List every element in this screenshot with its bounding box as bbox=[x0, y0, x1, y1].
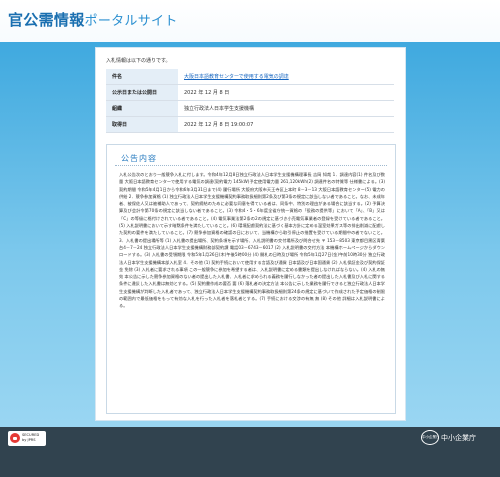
secured-badge-text: SECURED by JPRS bbox=[22, 433, 39, 442]
subject-link[interactable]: 大阪日本語教育センターで使用する電気の調達 bbox=[178, 69, 394, 85]
site-title[interactable]: 官公需情報ポータルサイト bbox=[8, 11, 178, 31]
secured-line2: by JPRS bbox=[22, 437, 36, 442]
info-key: 取得日 bbox=[106, 116, 178, 133]
sme-agency-name: 中小企業庁 bbox=[441, 434, 476, 442]
info-value: 2022 年 12 月 8 日 bbox=[178, 84, 394, 101]
sme-emblem-icon: 中小企業庁 bbox=[421, 430, 439, 445]
secured-line1: SECURED bbox=[22, 433, 40, 437]
info-key: 件名 bbox=[106, 69, 178, 85]
info-value: 独立行政法人日本学生支援機構 bbox=[178, 100, 394, 117]
info-row-subject: 件名 大阪日本語教育センターで使用する電気の調達 bbox=[106, 69, 394, 85]
notice-panel: 入札情報は以下の通りです。 件名 大阪日本語教育センターで使用する電気の調達 公… bbox=[95, 47, 406, 421]
site-title-light: ポータルサイト bbox=[84, 14, 178, 29]
info-key: 組織 bbox=[106, 100, 178, 117]
info-table: 件名 大阪日本語教育センターで使用する電気の調達 公示日または公開日 2022 … bbox=[106, 69, 394, 133]
notice-section-title: 公告内容 bbox=[121, 154, 157, 163]
site-title-strong: 官公需情報 bbox=[8, 11, 85, 29]
notice-body-text: 入札公告次のとおり一般競争入札に付します。令和4年12月8日独立行政法人日本学生… bbox=[119, 172, 385, 309]
info-value: 2022 年 12 月 8 日 19:00:07 bbox=[178, 116, 394, 133]
info-row-organization: 組織 独立行政法人日本学生支援機構 bbox=[106, 100, 394, 117]
lock-icon bbox=[10, 433, 20, 443]
secured-by-jprs-badge[interactable]: SECURED by JPRS bbox=[8, 431, 46, 446]
info-key: 公示日または公開日 bbox=[106, 84, 178, 101]
divider bbox=[115, 165, 387, 166]
site-header: 官公需情報ポータルサイト bbox=[0, 0, 500, 42]
intro-text: 入札情報は以下の通りです。 bbox=[106, 58, 171, 64]
info-row-published: 公示日または公開日 2022 年 12 月 8 日 bbox=[106, 84, 394, 101]
notice-content-box: 公告内容 入札公告次のとおり一般競争入札に付します。令和4年12月8日独立行政法… bbox=[106, 144, 396, 414]
info-row-retrieved: 取得日 2022 年 12 月 8 日 19:00:07 bbox=[106, 116, 394, 133]
